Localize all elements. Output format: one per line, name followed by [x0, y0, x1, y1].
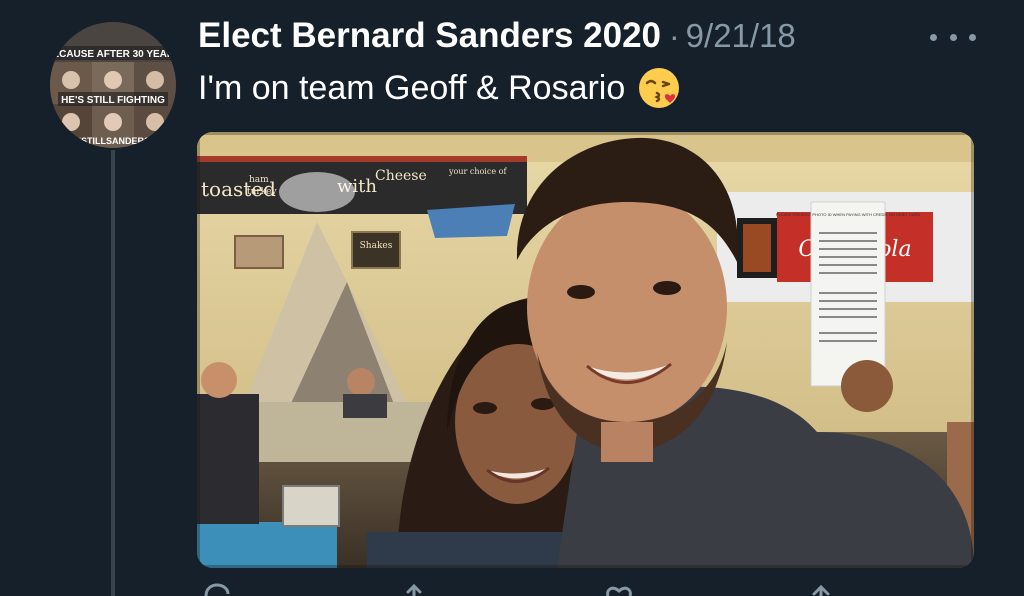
retweet-icon[interactable]	[404, 582, 434, 596]
reply-icon[interactable]	[202, 582, 232, 596]
tweet-actions-bar	[198, 582, 898, 596]
avatar[interactable]: BECAUSE AFTER 30 YEARS HE'S STILL FIGHTI…	[50, 22, 176, 148]
more-dot	[969, 33, 976, 41]
more-dot	[930, 33, 937, 41]
menu-word: turkey	[247, 187, 277, 197]
avatar-top-caption: BECAUSE AFTER 30 YEARS	[50, 49, 176, 60]
shakes-sign-text: Shakes	[360, 241, 393, 251]
tweet-text: I'm on team Geoff & Rosario	[198, 68, 626, 107]
avatar-middle-caption: HE'S STILL FIGHTING	[61, 95, 165, 106]
share-icon[interactable]	[806, 582, 836, 596]
more-options-icon[interactable]	[930, 26, 976, 48]
tweet-date[interactable]: 9/21/18	[686, 17, 796, 55]
header-separator: ·	[669, 18, 680, 54]
author-name[interactable]: Elect Bernard Sanders 2020	[198, 16, 661, 56]
tweet-header: Elect Bernard Sanders 2020 · 9/21/18	[198, 16, 796, 62]
tweet-body: I'm on team Geoff & Rosario	[198, 66, 681, 110]
notice-text: PLEASE PRESENT PHOTO ID WHEN PAYING WITH…	[776, 212, 921, 217]
more-dot	[949, 33, 957, 41]
heart-icon[interactable]	[604, 582, 634, 596]
face-blowing-kiss-emoji-icon	[637, 66, 681, 110]
thread-connector-line	[111, 150, 115, 596]
avatar-bottom-caption: #STILLSANDERS	[76, 136, 150, 146]
menu-word: ham	[249, 175, 269, 185]
menu-word: your choice of	[448, 167, 507, 176]
tweet-container: BECAUSE AFTER 30 YEARS HE'S STILL FIGHTI…	[0, 0, 1024, 596]
menu-word: Cheese	[375, 168, 427, 184]
tweet-photo[interactable]: toasted ham turkey with Cheese your choi…	[197, 132, 974, 568]
